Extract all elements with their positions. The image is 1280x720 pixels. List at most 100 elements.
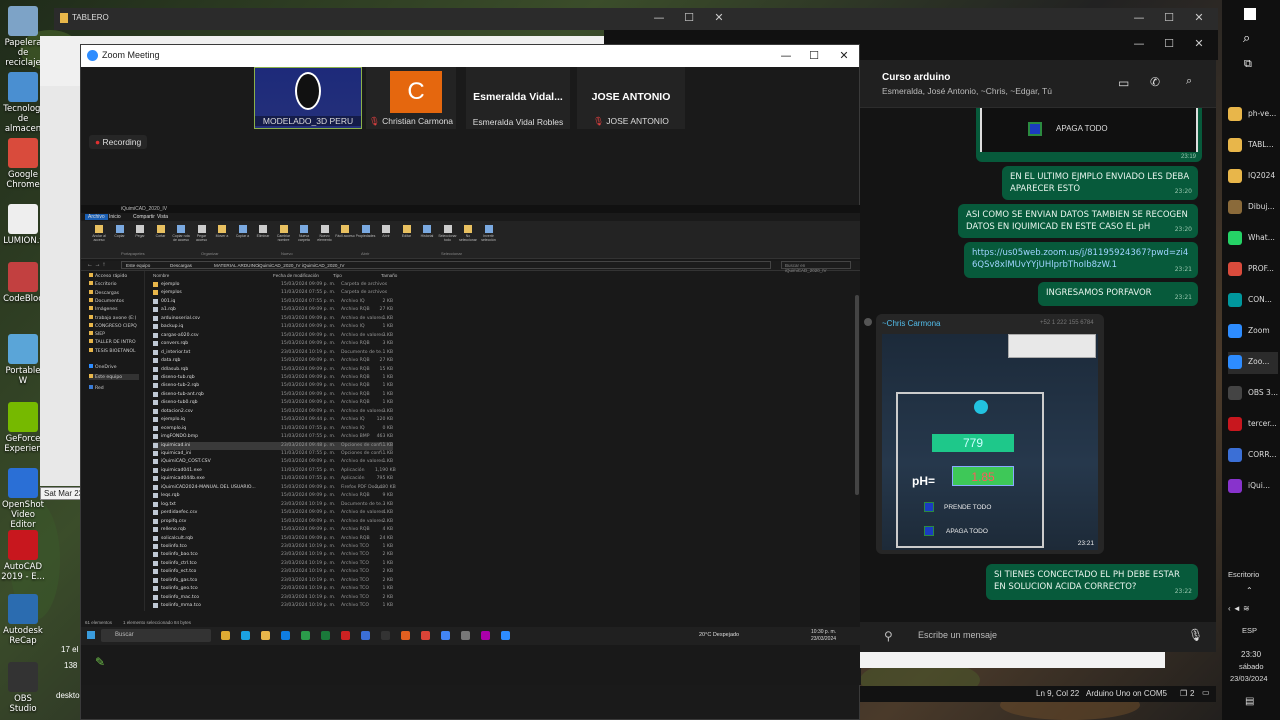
task-view-icon[interactable]: ⧉ <box>1244 58 1252 71</box>
column-header[interactable]: Tipo <box>333 273 342 278</box>
message-input[interactable]: Escribe un mensaje <box>918 630 997 640</box>
taskbar-app[interactable]: Zoom <box>1228 321 1278 343</box>
desktop-icon[interactable]: CodeBloc <box>1 262 45 304</box>
taskbar-app-icon[interactable] <box>501 631 510 640</box>
participant-tile[interactable]: JOSE ANTONIO 🎙︎ JOSE ANTONIO <box>577 67 685 129</box>
file-row[interactable]: iquimicad_ini 11/03/2024 07:55 p. m. Opcio… <box>153 450 393 459</box>
file-row[interactable]: diseno-tub-ant.rqb 15/03/2024 09:09 p. m.… <box>153 391 393 400</box>
desktop-icon[interactable]: Portable W <box>1 334 45 386</box>
taskbar-app[interactable]: TABL... <box>1228 135 1278 157</box>
minimize-button[interactable]: — <box>771 45 801 67</box>
breadcrumb-item[interactable]: iQuimiCAD_2020_IV <box>258 263 300 268</box>
message-bubble[interactable]: ASI COMO SE ENVIAN DATOS TAMBIEN SE RECO… <box>958 204 1198 238</box>
panel-icon[interactable]: ▭ <box>1202 688 1210 697</box>
desktop-label[interactable]: Escritorio <box>1228 570 1259 579</box>
ribbon-button[interactable]: Seleccionar todo <box>438 225 458 242</box>
message-bubble[interactable]: EN EL ULTIMO EJMPLO ENVIADO LES DEBA APA… <box>1002 166 1198 200</box>
taskbar-app[interactable]: OBS 3... <box>1228 383 1278 405</box>
minimize-button[interactable]: — <box>644 8 674 28</box>
desktop-icon[interactable]: Papelera de reciclaje <box>1 6 45 68</box>
file-row[interactable]: ejemplo 15/03/2024 09:09 p. m. Carpeta de … <box>153 281 393 290</box>
file-row[interactable]: solicalcult.rqb 15/03/2024 09:09 p. m. Arc… <box>153 535 393 544</box>
zoom-titlebar[interactable]: Zoom Meeting — ☐ ✕ <box>81 45 859 67</box>
message-image[interactable]: APAGA TODO <box>980 108 1198 152</box>
taskbar-app[interactable]: ph-ve... <box>1228 104 1278 126</box>
search-input[interactable]: Buscar en iQuimiCAD_2020_IV <box>781 261 851 273</box>
ribbon-button[interactable]: Editar <box>397 225 417 242</box>
taskbar-app-icon[interactable] <box>301 631 310 640</box>
message-bubble[interactable]: SI TIENES CONCECTADO EL PH DEBE ESTAR EN… <box>986 564 1198 600</box>
taskbar-app[interactable]: Dibuj... <box>1228 197 1278 219</box>
wifi-icon[interactable]: ‹ ◄ ≋ <box>1228 604 1250 613</box>
microphone-icon[interactable]: 🎙︎ <box>1188 628 1203 642</box>
close-button[interactable]: ✕ <box>829 45 859 67</box>
taskbar-app-icon[interactable] <box>441 631 450 640</box>
file-row[interactable]: ddlasub.rqb 15/03/2024 09:09 p. m. Archivo… <box>153 366 393 375</box>
file-row[interactable]: diseno-tub-2.rqb 15/03/2024 09:09 p. m. Ar… <box>153 382 393 391</box>
desktop-icon[interactable]: LUMION.t <box>1 204 45 246</box>
file-row[interactable]: diseno-tub.rqb 15/03/2024 09:09 p. m. Arch… <box>153 374 393 383</box>
file-row[interactable]: d_interior.txt 23/03/2024 10:19 p. m. Docu… <box>153 349 393 358</box>
annotate-pen-icon[interactable]: ✎ <box>95 655 105 669</box>
desktop-icon[interactable]: Autodesk ReCap <box>1 594 45 646</box>
file-row[interactable]: data.rqb 15/03/2024 09:09 p. m. Archivo RQ… <box>153 357 393 366</box>
maximize-button[interactable]: ☐ <box>1154 8 1184 28</box>
file-row[interactable]: diseno-tub0.rqb 15/03/2024 09:09 p. m. Arc… <box>153 399 393 408</box>
video-call-icon[interactable]: ▭ <box>1118 76 1129 90</box>
maximize-button[interactable]: ☐ <box>674 8 704 28</box>
column-header[interactable]: Tamaño <box>381 273 397 278</box>
back-forward-icon[interactable]: ← → ↑ <box>87 262 105 268</box>
ribbon-tab[interactable]: Vista <box>157 214 168 220</box>
maximize-button[interactable]: ☐ <box>1154 34 1184 54</box>
ribbon-button[interactable]: Eliminar <box>253 225 273 242</box>
maximize-button[interactable]: ☐ <box>799 45 829 67</box>
message-link[interactable]: https://us05web.zoom.us/j/81195924367?pw… <box>972 248 1188 270</box>
taskbar-app[interactable]: tercer... <box>1228 414 1278 436</box>
file-row[interactable]: perdidaefec.csv 15/03/2024 09:09 p. m. Arc… <box>153 509 393 518</box>
taskbar-app-icon[interactable] <box>421 631 430 640</box>
file-row[interactable]: arduinoserial.csv 15/03/2024 09:09 p. m. A… <box>153 315 393 324</box>
file-row[interactable]: toolinfo_bao.tco 23/03/2024 10:19 p. m. Ar… <box>153 551 393 560</box>
breadcrumb-item[interactable]: Descargas <box>170 263 192 268</box>
breadcrumb-item[interactable]: MATERIAL ARDUINO <box>214 263 259 268</box>
ribbon-button[interactable]: Mover a <box>212 225 232 242</box>
file-row[interactable]: iQuimiCAD2024-MANUAL DEL USUARIO... 15/03… <box>153 484 396 493</box>
taskbar-app-icon[interactable] <box>401 631 410 640</box>
ribbon-button[interactable]: Nuevo elemento <box>315 225 335 242</box>
file-row[interactable]: convers.rqb 15/03/2024 09:09 p. m. Archivo… <box>153 340 393 349</box>
participant-tile[interactable]: MODELADO_3D PERU <box>254 67 362 129</box>
ribbon-button[interactable]: Pegar <box>130 225 150 242</box>
ribbon-button[interactable]: Copiar ruta de acceso <box>171 225 191 242</box>
file-row[interactable]: log.txt 23/03/2024 10:19 p. m. Documento d… <box>153 501 393 510</box>
file-row[interactable]: toolinfo.tco 23/03/2024 10:19 p. m. Archiv… <box>153 543 393 552</box>
taskbar-app-icon[interactable] <box>221 631 230 640</box>
taskbar-app-icon[interactable] <box>361 631 370 640</box>
incoming-message[interactable]: ~Chris Carmona +52 1 222 155 6784 779 pH… <box>876 314 1104 554</box>
file-row[interactable]: ejemplo.iq 15/03/2024 09:44 p. m. Archivo … <box>153 416 393 425</box>
taskbar-app-icon[interactable] <box>241 631 250 640</box>
ribbon-button[interactable]: Abrir <box>376 225 396 242</box>
taskbar-app[interactable]: What... <box>1228 228 1278 250</box>
breadcrumb-item[interactable]: Este equipo <box>126 263 150 268</box>
taskbar-app-icon[interactable] <box>481 631 490 640</box>
file-row[interactable]: propifq.csv 15/03/2024 09:09 p. m. Archivo… <box>153 518 393 527</box>
ribbon-button[interactable]: Copiar a <box>233 225 253 242</box>
file-row[interactable]: toolinfo_ctrl.tco 23/03/2024 10:19 p. m. A… <box>153 560 393 569</box>
taskbar-search[interactable]: Buscar <box>101 629 211 642</box>
windows-start-icon[interactable] <box>1244 8 1256 20</box>
search-icon[interactable]: ⌕ <box>1243 30 1250 46</box>
file-row[interactable]: toolinfo_geo.tco 22/03/2024 10:19 p. m. Ar… <box>153 585 393 594</box>
taskbar-app[interactable]: PROF... <box>1228 259 1278 281</box>
scrollbar[interactable] <box>855 295 859 495</box>
column-header[interactable]: Nombre <box>153 273 169 278</box>
desktop-icon[interactable]: AutoCAD 2019 - E... <box>1 530 45 582</box>
taskbar-app-icon[interactable] <box>321 631 330 640</box>
file-row[interactable]: ejemplos 11/03/2024 07:55 p. m. Carpeta de… <box>153 289 393 298</box>
ribbon-button[interactable]: Pegar acceso directo <box>192 225 212 242</box>
taskbar-app-icon[interactable] <box>341 631 350 640</box>
message-photo[interactable]: 779 pH= 1.85 PRENDE TODO APAGA TODO 23:2… <box>882 334 1098 550</box>
ribbon-button[interactable]: Cortar <box>151 225 171 242</box>
file-row[interactable]: iquimicad.ini 23/03/2024 09:48 p. m. Opcio… <box>153 441 393 451</box>
ribbon-button[interactable]: Propiedades <box>356 225 376 242</box>
explorer-titlebar[interactable]: iQuimiCAD_2020_IV <box>81 205 861 213</box>
